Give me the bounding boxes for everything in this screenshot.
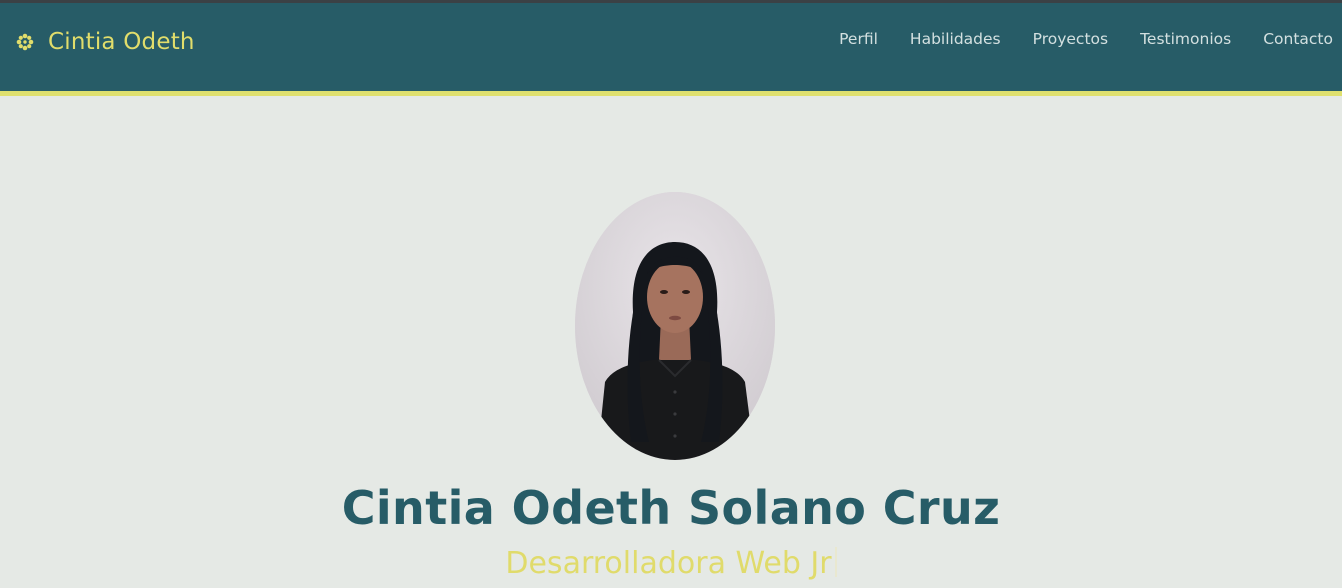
nav-item-proyectos[interactable]: Proyectos xyxy=(1033,30,1108,48)
nav-item-perfil[interactable]: Perfil xyxy=(839,30,878,48)
main-nav: Perfil Habilidades Proyectos Testimonios… xyxy=(807,30,1333,48)
nav-item-contacto[interactable]: Contacto xyxy=(1263,30,1333,48)
brand[interactable]: Cintia Odeth xyxy=(16,29,195,55)
nav-item-testimonios[interactable]: Testimonios xyxy=(1140,30,1231,48)
navbar: Cintia Odeth Perfil Habilidades Proyecto… xyxy=(0,3,1342,91)
brand-name: Cintia Odeth xyxy=(48,29,195,55)
typing-cursor xyxy=(834,547,837,577)
nav-item-habilidades[interactable]: Habilidades xyxy=(910,30,1001,48)
hero-role: Desarrolladora Web Jr xyxy=(0,546,1342,581)
hero-section: Cintia Odeth Solano Cruz Desarrolladora … xyxy=(0,96,1342,588)
hero-name: Cintia Odeth Solano Cruz xyxy=(341,481,1001,535)
flower-icon xyxy=(16,33,34,51)
profile-photo xyxy=(575,192,775,460)
hero-role-text: Desarrolladora Web Jr xyxy=(505,546,832,581)
